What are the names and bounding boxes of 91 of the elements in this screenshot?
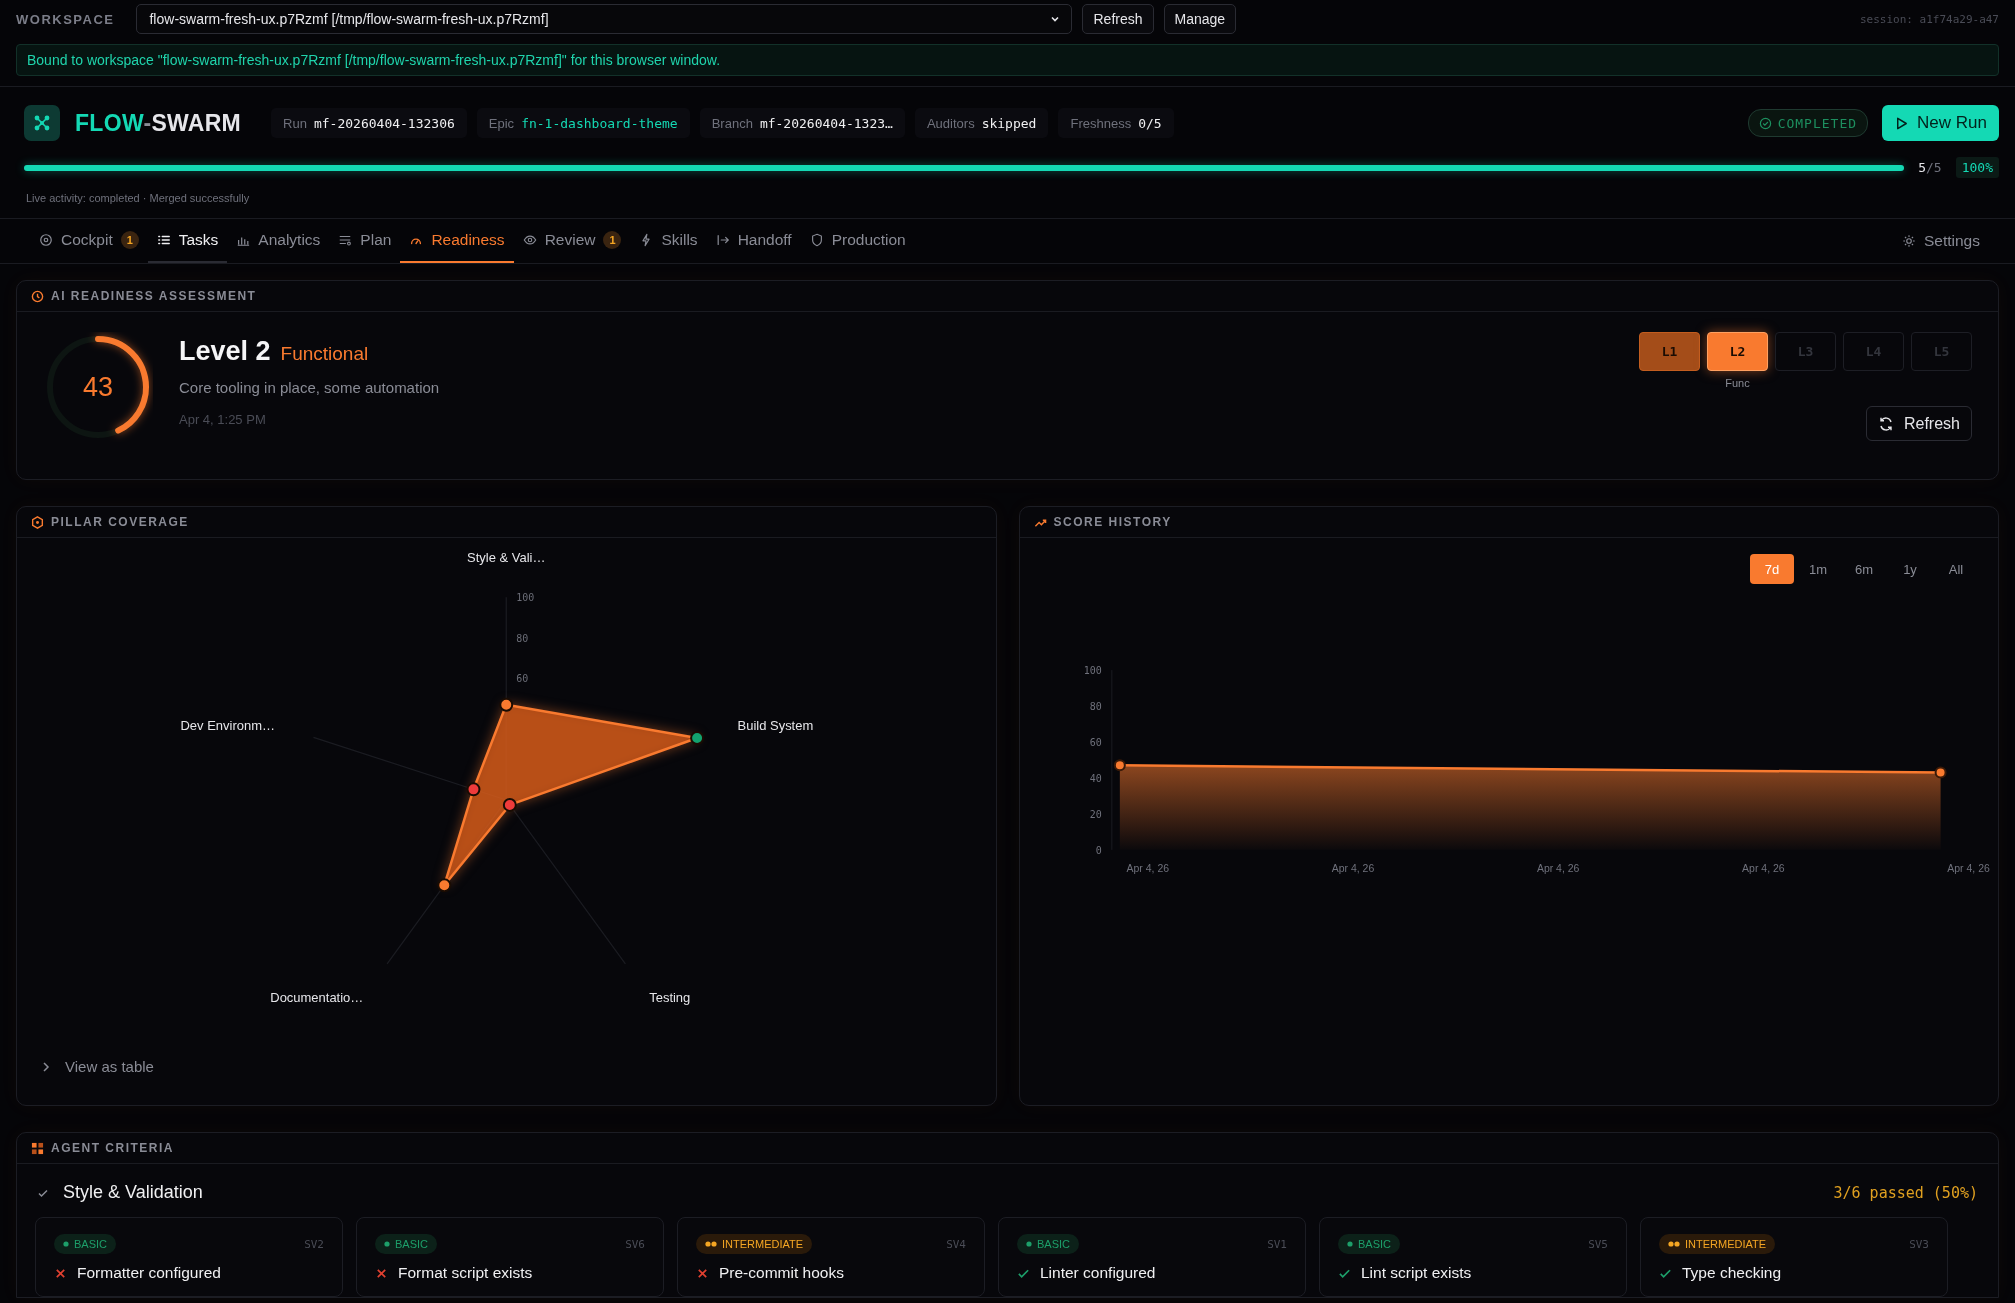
level-name: Functional (280, 343, 369, 365)
range-button[interactable]: 1y (1888, 554, 1932, 584)
tick-label: 40 (1089, 772, 1102, 784)
card-title: SCORE HISTORY (1053, 515, 1172, 529)
axis-label: Testing (649, 989, 691, 1005)
criterion-title: Linter configured (1040, 1264, 1156, 1282)
tick-label: Apr 4, 26 (1536, 862, 1579, 874)
chip-value: 0/5 (1138, 115, 1162, 131)
nav-tab[interactable]: Production (800, 219, 915, 263)
axis-label: Documentatio… (270, 989, 364, 1005)
tick-label: 80 (516, 632, 529, 644)
view-table-toggle[interactable]: View as table (17, 1058, 178, 1075)
tier-badge: BASIC (1017, 1234, 1079, 1254)
chip-label: Run (283, 115, 307, 131)
criterion-code: SV3 (1909, 1237, 1929, 1251)
nav-tab[interactable]: Plan (329, 219, 401, 263)
tick-label: Apr 4, 26 (1126, 862, 1169, 874)
chip-label: Freshness (1070, 115, 1132, 131)
tier-badge: INTERMEDIATE (696, 1234, 813, 1254)
workspace-label: WORKSPACE (16, 11, 115, 27)
tick-label: Apr 4, 26 (1331, 862, 1374, 874)
nav-tab[interactable]: Review 1 (513, 219, 631, 263)
workspace-button[interactable]: Manage (1163, 4, 1237, 34)
nav-tab[interactable]: Skills (630, 219, 707, 263)
count-badge: 1 (120, 231, 139, 249)
session-id: session: a1f74a29-a47 (1859, 12, 1999, 26)
new-run-button[interactable]: New Run (1882, 105, 1999, 141)
level-button[interactable]: L1 (1639, 332, 1700, 371)
chip-label: Epic (488, 115, 515, 131)
range-button[interactable]: 1m (1796, 554, 1840, 584)
brand-name: FLOW-SWARM (75, 109, 242, 137)
assessment-time: Apr 4, 1:25 PM (179, 412, 267, 427)
axis-label: Style & Vali… (467, 549, 546, 565)
chip-label: Auditors (926, 115, 975, 131)
nav-tab[interactable]: Readiness (400, 219, 514, 263)
tick-label: 100 (1083, 665, 1102, 677)
chip-value: mf-20260404-132306 (313, 115, 455, 131)
tick-label: 80 (1089, 701, 1102, 713)
tick-label: 100 (516, 592, 535, 604)
criterion-code: SV1 (1267, 1237, 1287, 1251)
chip-value: skipped (981, 115, 1037, 131)
status-badge: COMPLETED (1747, 109, 1869, 137)
level-title: Level 2 (179, 336, 271, 367)
score-value: 43 (82, 371, 113, 403)
range-button[interactable]: All (1934, 554, 1978, 584)
tick-label: 60 (1089, 737, 1102, 748)
count-badge: 1 (603, 231, 622, 249)
tick-label: Apr 4, 26 (1946, 862, 1990, 874)
chip-value: fn-1-dashboard-theme (521, 115, 678, 131)
nav-tab[interactable]: Cockpit 1 (30, 219, 148, 263)
level-description: Core tooling in place, some automation (179, 379, 440, 396)
tick-label: 20 (1089, 808, 1102, 820)
criterion-title: Format script exists (398, 1264, 533, 1282)
criterion-title: Pre-commit hooks (719, 1264, 844, 1282)
card-title: AI READINESS ASSESSMENT (51, 289, 257, 303)
group-name: Style & Validation (63, 1182, 203, 1203)
tick-label: 60 (516, 673, 529, 685)
workspace-button[interactable]: Refresh (1082, 4, 1154, 34)
card-title: AGENT CRITERIA (51, 1141, 174, 1155)
criterion-code: SV4 (946, 1237, 966, 1251)
tick-label: Apr 4, 26 (1741, 862, 1785, 874)
criterion-title: Formatter configured (77, 1264, 221, 1282)
chip-value: mf-20260404-1323… (759, 115, 893, 131)
tick-label: 0 (1095, 844, 1102, 856)
level-caption: Func (1725, 377, 1750, 389)
activity-text: Live activity: completed · Merged successfully (25, 191, 251, 204)
nav-tab[interactable]: Handoff (706, 219, 801, 263)
nav-tab[interactable]: Analytics (227, 219, 330, 263)
card-title: PILLAR COVERAGE (51, 515, 189, 529)
axis-label: Build System (737, 717, 814, 733)
level-button[interactable]: L2 (1707, 332, 1768, 371)
tier-badge: BASIC (375, 1234, 437, 1254)
criterion-code: SV5 (1588, 1237, 1608, 1251)
group-summary: 3/6 passed (50%) (1833, 1183, 1978, 1202)
progress-count: 5/5 (1918, 160, 1942, 175)
tier-badge: INTERMEDIATE (1659, 1234, 1776, 1254)
workspace-banner: Bound to workspace "flow-swarm-fresh-ux.p7Rzmf [/tmp/flow-swarm-fresh-ux.p7Rzmf]" for this browser window. (16, 44, 1999, 76)
axis-label: Dev Environm… (180, 717, 275, 733)
workspace-select[interactable]: flow-swarm-fresh-ux.p7Rzmf [/tmp/flow-swarm-fresh-ux.p7Rzmf] (136, 4, 1073, 34)
criterion-code: SV6 (625, 1237, 645, 1251)
criterion-code: SV2 (304, 1237, 324, 1251)
refresh-button[interactable]: Refresh (1865, 406, 1972, 441)
range-button[interactable]: 6m (1842, 554, 1886, 584)
tier-badge: BASIC (54, 1234, 116, 1254)
settings-tab[interactable]: Settings (1897, 219, 1985, 263)
nav-tab[interactable]: Tasks (147, 219, 228, 263)
criterion-title: Type checking (1682, 1264, 1782, 1282)
criterion-title: Lint script exists (1361, 1264, 1472, 1282)
chip-label: Branch (711, 115, 753, 131)
tier-badge: BASIC (1338, 1234, 1400, 1254)
progress-percent: 100% (1955, 157, 1999, 178)
